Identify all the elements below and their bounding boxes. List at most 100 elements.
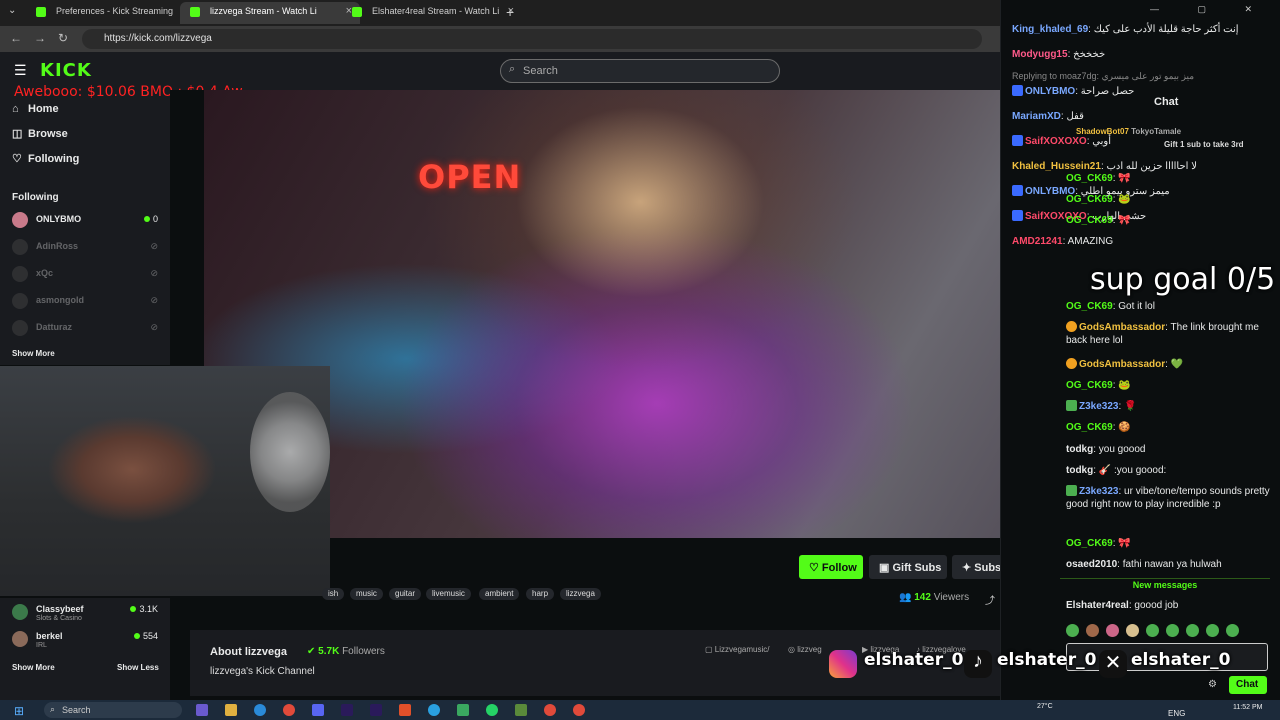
- channel-classybeef[interactable]: Classybeef Slots & Casino 3.1K: [12, 603, 162, 629]
- channel-datturaz[interactable]: Datturaz ⊘: [12, 319, 162, 339]
- new-tab-icon[interactable]: +: [506, 4, 514, 20]
- new-messages-divider[interactable]: New messages: [1060, 578, 1270, 590]
- discord-icon[interactable]: [312, 704, 324, 716]
- sidebar-item-browse[interactable]: ◫ Browse: [12, 127, 68, 140]
- chat-username[interactable]: GodsAmbassador: [1079, 359, 1165, 370]
- avatar: [12, 631, 28, 647]
- window-controls[interactable]: — ▢ ✕: [1150, 4, 1270, 15]
- edge-icon[interactable]: [254, 704, 266, 716]
- search-input[interactable]: ⌕ Search: [500, 59, 780, 83]
- menu-icon[interactable]: ☰: [14, 62, 27, 79]
- social-facebook[interactable]: ▢ Lizzvegamusic/: [705, 645, 769, 654]
- premiere-icon[interactable]: [370, 704, 382, 716]
- emote-icon[interactable]: [1186, 624, 1199, 637]
- chat-username[interactable]: todkg: [1066, 465, 1093, 476]
- tab-lizzvega[interactable]: lizzvega Stream - Watch Li ×: [180, 2, 360, 24]
- sidebar-item-home[interactable]: ⌂ Home: [12, 103, 59, 115]
- chat-username[interactable]: SaifXOXOXO: [1025, 136, 1087, 147]
- chrome-icon[interactable]: [283, 704, 295, 716]
- brave-icon[interactable]: [399, 704, 411, 716]
- reload-icon[interactable]: ↻: [58, 31, 68, 45]
- social-instagram[interactable]: ◎ lizzveg: [788, 645, 822, 654]
- telegram-icon[interactable]: [428, 704, 440, 716]
- sidebar-item-following[interactable]: ♡ Following: [12, 152, 79, 165]
- badge-icon: [1012, 85, 1023, 96]
- weather-widget[interactable]: 27°C: [1037, 703, 1053, 711]
- emote-icon[interactable]: [1166, 624, 1179, 637]
- minecraft-icon[interactable]: [515, 704, 527, 716]
- send-chat-button[interactable]: Chat: [1229, 676, 1267, 694]
- gift-promo[interactable]: Gift 1 sub to take 3rd: [1164, 140, 1244, 149]
- chat-username[interactable]: OG_CK69: [1066, 215, 1113, 226]
- url-field[interactable]: https://kick.com/lizzvega: [82, 29, 982, 49]
- chat-username[interactable]: todkg: [1066, 444, 1093, 455]
- chat-username[interactable]: Elshater4real: [1066, 600, 1129, 611]
- share-icon[interactable]: ⤴: [985, 592, 995, 607]
- channel-xqc[interactable]: xQc ⊘: [12, 265, 162, 285]
- chrome-icon[interactable]: [544, 704, 556, 716]
- chat-username[interactable]: OG_CK69: [1066, 380, 1113, 391]
- app-icon[interactable]: [457, 704, 469, 716]
- channel-berkel[interactable]: berkel IRL 554: [12, 630, 162, 656]
- tag[interactable]: livemusic: [426, 588, 471, 600]
- show-less-button[interactable]: Show Less: [117, 663, 159, 672]
- tab-elshater[interactable]: Elshater4real Stream - Watch Li ×: [342, 2, 522, 24]
- language-indicator[interactable]: ENG: [1168, 709, 1185, 718]
- emote-icon[interactable]: [1106, 624, 1119, 637]
- forward-icon[interactable]: →: [34, 31, 46, 45]
- channel-onlybmo[interactable]: ONLYBMO 0: [12, 211, 162, 231]
- about-description: lizzvega's Kick Channel: [210, 666, 315, 677]
- kick-logo[interactable]: KICK: [40, 60, 92, 81]
- emote-icon[interactable]: [1206, 624, 1219, 637]
- follow-button[interactable]: ♡ Follow: [799, 555, 863, 579]
- show-more-button[interactable]: Show More: [12, 349, 55, 358]
- windows-start-icon[interactable]: ⊞: [14, 704, 24, 718]
- chat-username[interactable]: OG_CK69: [1066, 301, 1113, 312]
- tag[interactable]: ish: [322, 588, 345, 600]
- browser-tab-bar: ⌄ Preferences - Kick Streaming × lizzveg…: [0, 0, 1000, 26]
- tag[interactable]: harp: [526, 588, 555, 600]
- chat-username[interactable]: Modyugg15: [1012, 49, 1068, 60]
- tag[interactable]: lizzvega: [560, 588, 601, 600]
- chat-username[interactable]: Z3ke323: [1079, 486, 1118, 497]
- channel-asmongold[interactable]: asmongold ⊘: [12, 292, 162, 312]
- tab-list-icon[interactable]: ⌄: [8, 5, 16, 16]
- clock[interactable]: 11:52 PM: [1233, 704, 1262, 712]
- photoshop-icon[interactable]: [341, 704, 353, 716]
- chat-username[interactable]: Z3ke323: [1079, 401, 1118, 412]
- whatsapp-icon[interactable]: [486, 704, 498, 716]
- chat-username[interactable]: OG_CK69: [1066, 538, 1113, 549]
- chat-username[interactable]: OG_CK69: [1066, 173, 1113, 184]
- emote-icon[interactable]: [1226, 624, 1239, 637]
- emote-icon[interactable]: [1146, 624, 1159, 637]
- chat-username[interactable]: ONLYBMO: [1025, 86, 1075, 97]
- emote-icon[interactable]: [1086, 624, 1099, 637]
- address-bar-row: ← → ↻ https://kick.com/lizzvega: [0, 26, 1000, 52]
- app-icon[interactable]: [196, 704, 208, 716]
- taskbar-search[interactable]: ⌕ Search: [44, 702, 182, 718]
- chat-text: إنت أكثر حاجة قليلة الأدب على كيك: [1093, 24, 1239, 35]
- chat-username[interactable]: Khaled_Hussein21: [1012, 161, 1101, 172]
- tag[interactable]: guitar: [389, 588, 422, 600]
- chat-text: 💚: [1170, 359, 1184, 370]
- chat-username[interactable]: AMD21241: [1012, 236, 1063, 247]
- tab-preferences[interactable]: Preferences - Kick Streaming ×: [26, 2, 206, 24]
- chat-username[interactable]: GodsAmbassador: [1079, 322, 1165, 333]
- emote-icon[interactable]: [1126, 624, 1139, 637]
- emote-icon: 🎀: [1118, 538, 1131, 549]
- gear-icon[interactable]: ⚙: [1208, 679, 1217, 690]
- back-icon[interactable]: ←: [10, 31, 22, 45]
- tag[interactable]: music: [350, 588, 383, 600]
- chat-username[interactable]: OG_CK69: [1066, 422, 1113, 433]
- chat-username[interactable]: OG_CK69: [1066, 194, 1113, 205]
- chat-username[interactable]: King_khaled_69: [1012, 24, 1088, 35]
- file-explorer-icon[interactable]: [225, 704, 237, 716]
- gift-subs-button[interactable]: ▣ Gift Subs: [869, 555, 947, 579]
- chat-username[interactable]: osaed2010: [1066, 559, 1117, 570]
- tag[interactable]: ambient: [479, 588, 520, 600]
- emote-icon[interactable]: [1066, 624, 1079, 637]
- channel-adinross[interactable]: AdinRoss ⊘: [12, 238, 162, 258]
- show-more-button[interactable]: Show More: [12, 663, 55, 672]
- chrome-icon[interactable]: [573, 704, 585, 716]
- chat-username[interactable]: MariamXD: [1012, 111, 1061, 122]
